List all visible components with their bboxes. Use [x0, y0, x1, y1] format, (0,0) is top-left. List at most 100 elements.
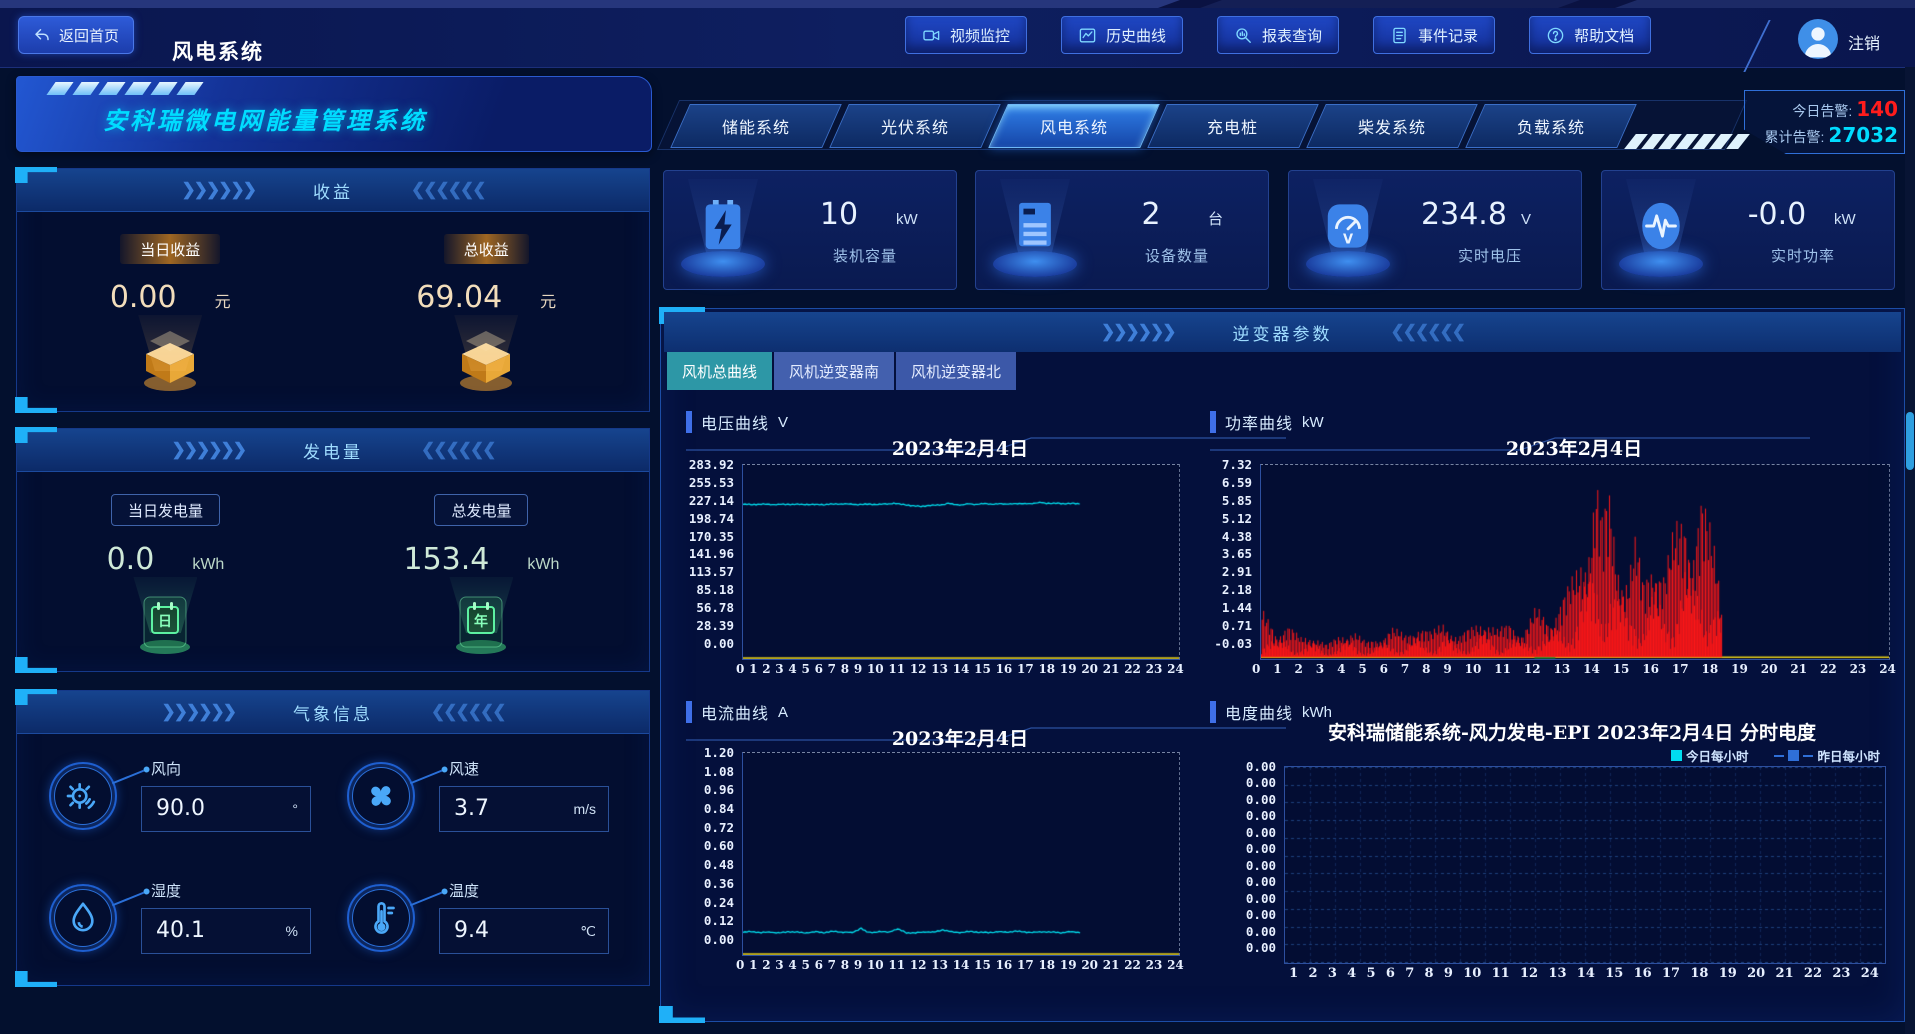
x-tick-label: 12 — [910, 958, 927, 972]
generation-unit: kWh — [527, 556, 559, 574]
title-bar-icon — [686, 701, 692, 723]
x-tick-label: 9 — [1443, 662, 1451, 676]
x-tick-label: 11 — [1494, 662, 1511, 676]
current-x-axis: 0123456789101112131415161718192021222324 — [736, 958, 1184, 972]
stat-value: 10 — [782, 197, 896, 232]
y-tick-label: 0.00 — [1246, 891, 1276, 906]
scrollbar-thumb[interactable] — [1906, 412, 1914, 470]
y-tick-label: 1.20 — [704, 745, 734, 760]
y-tick-label: 0.00 — [1246, 940, 1276, 955]
help-doc-button[interactable]: 帮助文档 — [1529, 16, 1651, 54]
wind-speed-label: 风速 — [449, 758, 479, 779]
stat-label: 设备数量 — [1094, 245, 1260, 266]
legend-yesterday[interactable]: 昨日每小时 — [1774, 746, 1880, 765]
current-chart-date: 2023年2月4日 — [742, 724, 1178, 751]
x-tick-label: 18 — [1038, 958, 1055, 972]
x-tick-label: 5 — [1358, 662, 1366, 676]
user-avatar[interactable] — [1798, 19, 1838, 59]
temperature-value: 9.4 — [454, 918, 489, 943]
x-tick-label: 1 — [1273, 662, 1281, 676]
wind-speed-value: 3.7 — [454, 796, 489, 821]
y-tick-label: 0.72 — [704, 820, 734, 835]
label-connector — [410, 770, 442, 785]
wind-speed-box: 3.7 m/s — [439, 786, 609, 832]
y-tick-label: -0.03 — [1214, 636, 1252, 651]
x-tick-label: 12 — [1524, 662, 1541, 676]
power-x-axis: 0123456789101112131415161718192021222324 — [1252, 662, 1896, 676]
history-curve-icon — [1078, 26, 1097, 45]
wind-direction-item: 风向 90.0 ° — [39, 752, 337, 844]
x-tick-label: 0 — [736, 958, 744, 972]
stat-unit: V — [1521, 211, 1573, 228]
y-tick-label: 0.96 — [704, 782, 734, 797]
y-tick-label: 283.92 — [689, 457, 734, 472]
back-home-button[interactable]: 返回首页 — [18, 16, 134, 54]
x-tick-label: 23 — [1850, 662, 1867, 676]
help-icon — [1546, 26, 1565, 45]
y-tick-label: 0.00 — [1246, 825, 1276, 840]
system-tab[interactable]: 负载系统 — [1465, 104, 1637, 148]
stat-value: 2 — [1094, 197, 1208, 232]
y-tick-label: 0.00 — [1246, 924, 1276, 939]
system-tab[interactable]: 柴发系统 — [1306, 104, 1478, 148]
x-tick-label: 24 — [1879, 662, 1896, 676]
brand-stripe — [98, 82, 125, 95]
voltage-x-axis: 0123456789101112131415161718192021222324 — [736, 662, 1184, 676]
inverter-tab[interactable]: 风机总曲线 — [667, 352, 772, 390]
stat-value: -0.0 — [1720, 197, 1834, 232]
wind-direction-unit: ° — [292, 801, 298, 817]
history-curve-button[interactable]: 历史曲线 — [1061, 16, 1183, 54]
x-tick-label: 6 — [1386, 966, 1395, 981]
x-tick-label: 3 — [1328, 966, 1337, 981]
x-tick-label: 13 — [1553, 662, 1570, 676]
video-monitor-button[interactable]: 视频监控 — [905, 16, 1027, 54]
revenue-panel-title: 收益 — [313, 178, 353, 203]
energy-chart-title: 安科瑞储能系统-风力发电-EPI 2023年2月4日 分时电度 — [1256, 718, 1888, 745]
x-tick-label: 4 — [1347, 966, 1356, 981]
y-tick-label: 5.12 — [1222, 511, 1252, 526]
humidity-icon — [49, 884, 117, 952]
daily-revenue-value: 0.00 — [110, 280, 177, 315]
inverter-tab[interactable]: 风机逆变器北 — [896, 352, 1016, 390]
chevrons-right-icon: ❯❯❯❯❯❯ — [182, 180, 255, 200]
x-tick-label: 6 — [815, 662, 823, 676]
system-tab[interactable]: 光伏系统 — [829, 104, 1001, 148]
report-query-button[interactable]: 报表查询 — [1217, 16, 1339, 54]
energy-legend: 今日每小时 昨日每小时 — [1671, 746, 1880, 765]
temperature-label: 温度 — [449, 880, 479, 901]
chevrons-right-icon: ❯❯❯❯❯❯ — [1101, 322, 1174, 342]
title-bar-icon — [686, 411, 692, 433]
total-revenue-item: 总收益 69.04元 — [416, 234, 556, 397]
stat-card-devices: 2台 设备数量 — [975, 170, 1269, 290]
chevrons-left-icon: ❮❮❮❮❮❮ — [421, 440, 494, 460]
event-log-button[interactable]: 事件记录 — [1373, 16, 1495, 54]
y-tick-label: 0.71 — [1222, 618, 1252, 633]
system-tab[interactable]: 储能系统 — [670, 104, 842, 148]
x-tick-label: 11 — [888, 662, 905, 676]
svg-text:V: V — [1343, 232, 1353, 247]
x-tick-label: 18 — [1702, 662, 1719, 676]
energy-chart: 电度曲线 kWh 安科瑞储能系统-风力发电-EPI 2023年2月4日 分时电度… — [1196, 692, 1898, 992]
energy-x-axis: 123456789101112131415161718192021222324 — [1284, 966, 1884, 981]
x-tick-label: 17 — [1662, 966, 1680, 981]
x-tick-label: 18 — [1690, 966, 1708, 981]
x-tick-label: 14 — [953, 662, 970, 676]
temperature-box: 9.4 ℃ — [439, 908, 609, 954]
y-tick-label: 0.12 — [704, 913, 734, 928]
x-tick-label: 3 — [775, 662, 783, 676]
legend-today[interactable]: 今日每小时 — [1671, 746, 1749, 765]
system-tab[interactable]: 风电系统 — [988, 104, 1160, 148]
total-revenue-value: 69.04 — [416, 280, 502, 315]
logout-button[interactable]: 注销 — [1848, 30, 1880, 54]
x-tick-label: 11 — [888, 958, 905, 972]
x-tick-label: 19 — [1060, 662, 1077, 676]
gold-box-icon — [132, 321, 208, 397]
x-tick-label: 13 — [931, 662, 948, 676]
x-tick-label: 4 — [788, 662, 796, 676]
legend-swatch-yesterday — [1788, 750, 1799, 761]
y-tick-label: 170.35 — [689, 529, 734, 544]
inverter-tab[interactable]: 风机逆变器南 — [774, 352, 894, 390]
total-generation-label: 总发电量 — [434, 494, 528, 526]
x-tick-label: 14 — [953, 958, 970, 972]
system-tab[interactable]: 充电桩 — [1147, 104, 1319, 148]
